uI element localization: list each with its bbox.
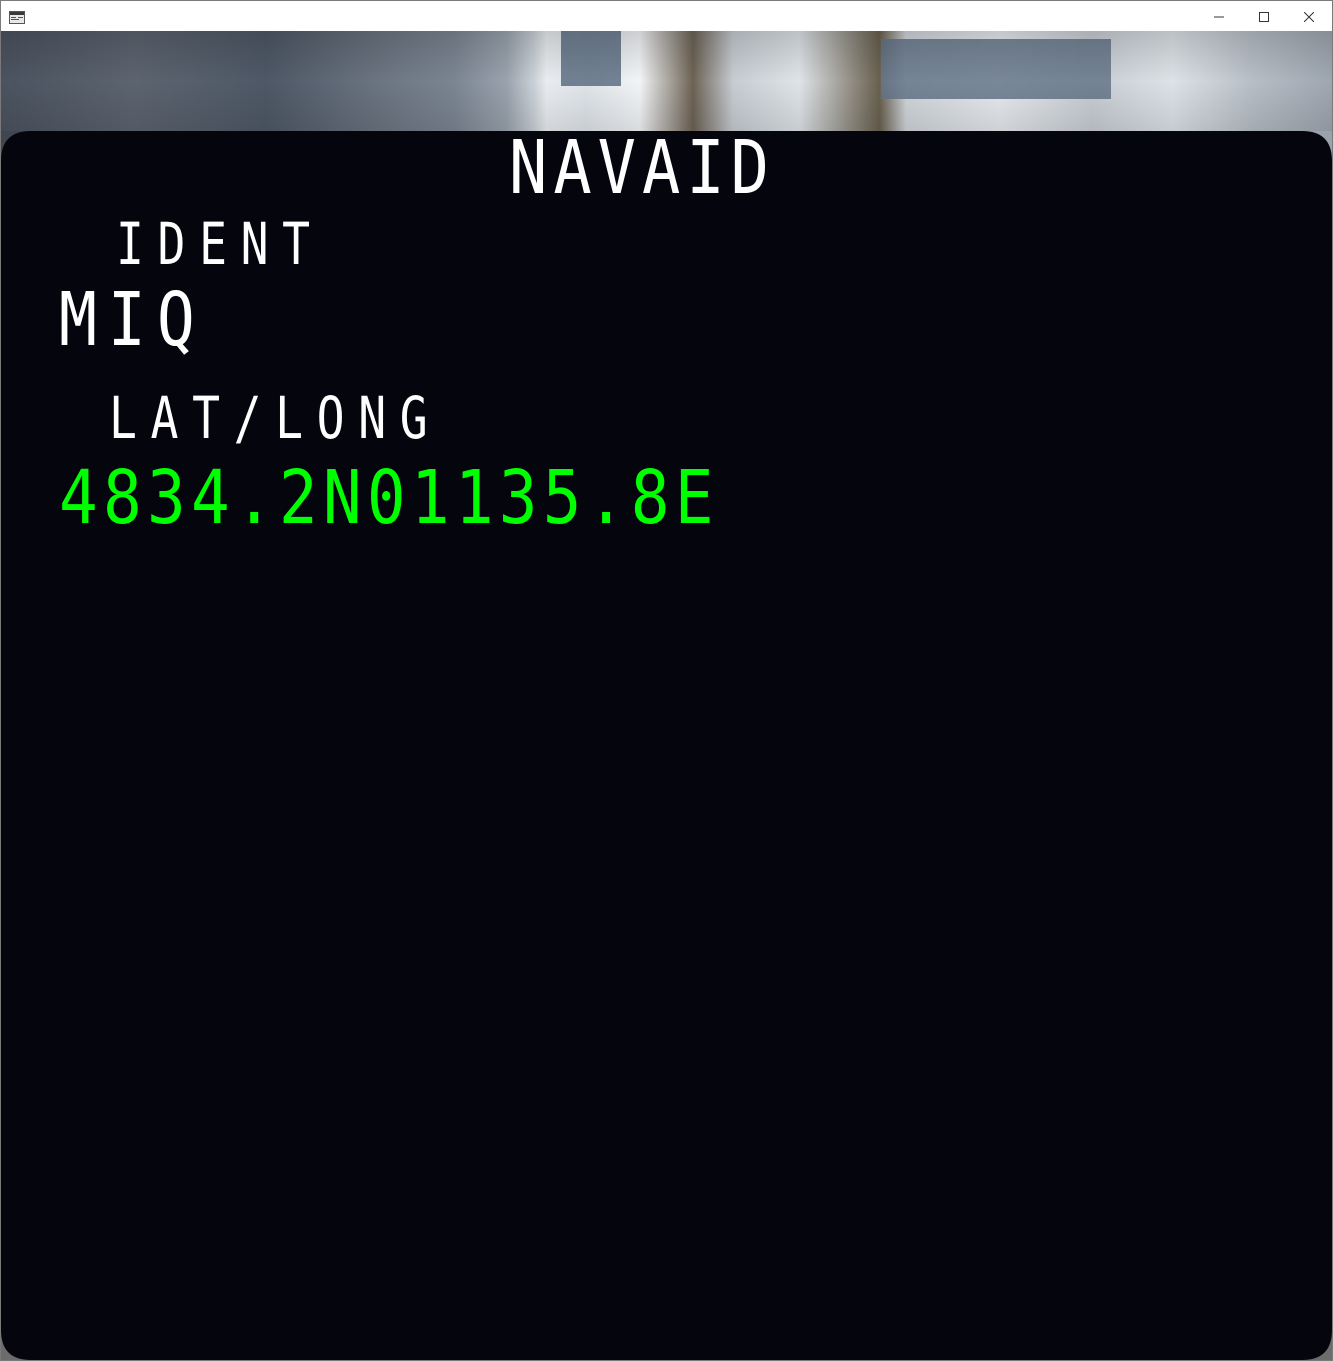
mcdu-display: NAVAID IDENT MIQ LAT/LONG 4834.2N01135.8… [1,131,1332,1360]
ident-label: IDENT [116,210,324,278]
simulator-view: NAVAID IDENT MIQ LAT/LONG 4834.2N01135.8… [1,31,1332,1360]
maximize-button[interactable] [1241,1,1287,31]
app-window-icon [9,9,25,24]
close-button[interactable] [1286,1,1332,31]
latlong-value[interactable]: 4834.2N01135.8E [59,461,719,535]
app-window: NAVAID IDENT MIQ LAT/LONG 4834.2N01135.8… [0,0,1333,1361]
close-icon [1303,7,1315,26]
ident-value[interactable]: MIQ [59,283,206,357]
screen-corner [1302,131,1332,161]
screen-corner [1,131,31,161]
minimize-button[interactable] [1196,1,1242,31]
latlong-label: LAT/LONG [109,384,442,452]
screen-corner [1302,1330,1332,1360]
title-bar[interactable] [1,1,1332,31]
minimize-icon [1214,7,1224,26]
page-title: NAVAID [509,125,776,211]
maximize-icon [1259,7,1269,26]
screen-corner [1,1330,31,1360]
cockpit-background [1,31,1332,131]
